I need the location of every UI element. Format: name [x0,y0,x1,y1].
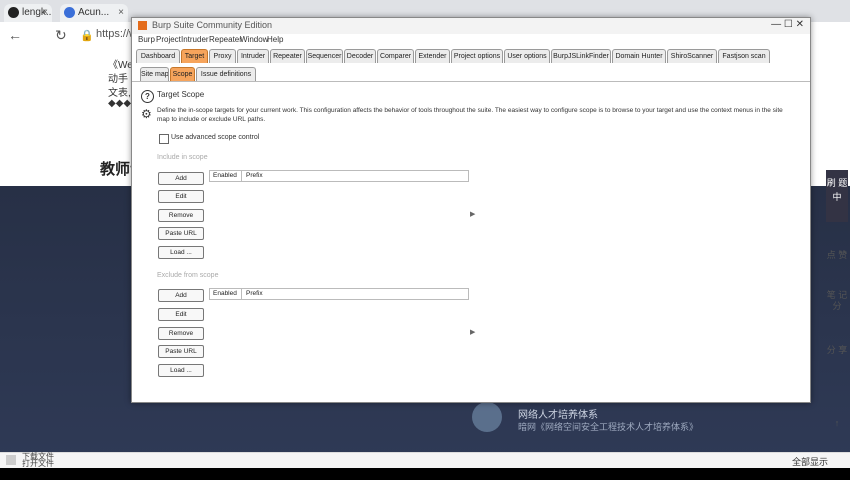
tab-target[interactable]: Target [181,49,208,63]
exclude-remove-button[interactable]: Remove [158,327,204,340]
burp-icon [138,21,147,30]
close-icon[interactable]: × [42,4,48,22]
close-icon[interactable]: × [118,4,124,22]
tab-user-options[interactable]: User options [504,49,550,63]
expand-arrow-icon[interactable]: ▶ [470,328,475,336]
tab-shiroscanner[interactable]: ShiroScanner [667,49,717,63]
menu-window[interactable]: Window [240,35,268,44]
tab-scope[interactable]: Scope [170,67,195,81]
burp-window: Burp Suite Community Edition — ☐ ✕ Burp … [131,17,811,403]
sidebar-dark-item[interactable]: 刷 题 中 [826,170,848,222]
window-title: Burp Suite Community Edition [152,20,273,30]
sidebar-item[interactable]: 点 赞 [824,250,850,261]
reload-icon[interactable]: ↻ [55,27,67,44]
tab-fastjson-scan[interactable]: Fastjson scan [718,49,770,63]
tab-sequencer[interactable]: Sequencer [306,49,343,63]
tab-extender[interactable]: Extender [415,49,450,63]
exclude-add-button[interactable]: Add [158,289,204,302]
browser-tab-label: Acun... [78,7,110,18]
exclude-paste-url-button[interactable]: Paste URL [158,345,204,358]
menu-project[interactable]: Project [156,35,181,44]
column-divider [241,171,242,181]
show-all-downloads[interactable]: 全部显示 [792,455,828,468]
menu-bar: Burp Project Intruder Repeater Window He… [132,34,810,47]
logo-icon [472,402,502,432]
expand-arrow-icon[interactable]: ▶ [470,210,475,218]
tab-burpjslinkfinder[interactable]: BurpJSLinkFinder [551,49,611,63]
hero-subtitle: 暗网《网络空间安全工程技术人才培养体系》 [518,422,699,432]
gear-icon[interactable]: ⚙ [141,108,153,120]
file-icon [6,455,16,465]
include-edit-button[interactable]: Edit [158,190,204,203]
menu-help[interactable]: Help [267,35,283,44]
include-remove-button[interactable]: Remove [158,209,204,222]
column-prefix[interactable]: Prefix [246,171,263,181]
scroll-up-icon[interactable]: ↑ [824,418,850,429]
browser-tab-2[interactable]: Acun... × [60,4,128,22]
include-table-header: Enabled Prefix [209,170,469,182]
tab-site-map[interactable]: Site map [140,67,169,81]
tab-comparer[interactable]: Comparer [377,49,414,63]
hero-title: 网络人才培养体系 [518,410,598,421]
tab-proxy[interactable]: Proxy [209,49,236,63]
scope-description: Define the in-scope targets for your cur… [157,107,783,123]
column-enabled[interactable]: Enabled [213,171,237,181]
window-controls[interactable]: — ☐ ✕ [771,19,804,30]
browser-tab-1[interactable]: lengk... × [4,4,52,22]
advanced-scope-checkbox[interactable] [159,134,169,144]
tab-repeater[interactable]: Repeater [270,49,305,63]
section-title: Target Scope [157,90,205,99]
exclude-table-header: Enabled Prefix [209,288,469,300]
column-prefix[interactable]: Prefix [246,289,263,299]
github-icon [8,7,19,18]
site-icon [64,7,75,18]
tab-intruder[interactable]: Intruder [237,49,269,63]
scope-panel: ? ⚙ Target Scope Define the in-scope tar… [132,81,810,403]
menu-burp[interactable]: Burp [138,35,155,44]
lock-icon: 🔒 [80,30,94,42]
exclude-load-button[interactable]: Load ... [158,364,204,377]
sidebar-item[interactable]: 分 享 [824,345,850,356]
sidebar-item[interactable]: 笔 记 分 [824,290,850,312]
title-bar: Burp Suite Community Edition — ☐ ✕ [132,18,810,35]
download-open[interactable]: 打开文件 [22,460,54,468]
advanced-scope-label: Use advanced scope control [171,134,260,141]
include-load-button[interactable]: Load ... [158,246,204,259]
column-enabled[interactable]: Enabled [213,289,237,299]
page-snippet: ◆◆◆ [108,98,132,109]
tab-dashboard[interactable]: Dashboard [136,49,180,63]
include-add-button[interactable]: Add [158,172,204,185]
column-divider [241,289,242,299]
exclude-label: Exclude from scope [157,272,219,279]
help-icon[interactable]: ? [141,90,154,103]
download-bar: 下载文件 打开文件 全部显示 [0,452,850,468]
tab-decoder[interactable]: Decoder [344,49,376,63]
menu-repeater[interactable]: Repeater [209,35,242,44]
page-snippet: 动手 [108,74,128,85]
tab-issue-definitions[interactable]: Issue definitions [196,67,256,81]
back-icon[interactable]: ← [8,27,22,43]
floating-sidebar: 刷 题 中 点 赞 笔 记 分 分 享 ↑ [824,150,850,480]
page-snippet: 文表, [108,88,131,99]
include-label: Include in scope [157,154,208,161]
tab-domain-hunter[interactable]: Domain Hunter [612,49,666,63]
menu-intruder[interactable]: Intruder [181,35,209,44]
tab-project-options[interactable]: Project options [451,49,503,63]
exclude-edit-button[interactable]: Edit [158,308,204,321]
include-paste-url-button[interactable]: Paste URL [158,227,204,240]
